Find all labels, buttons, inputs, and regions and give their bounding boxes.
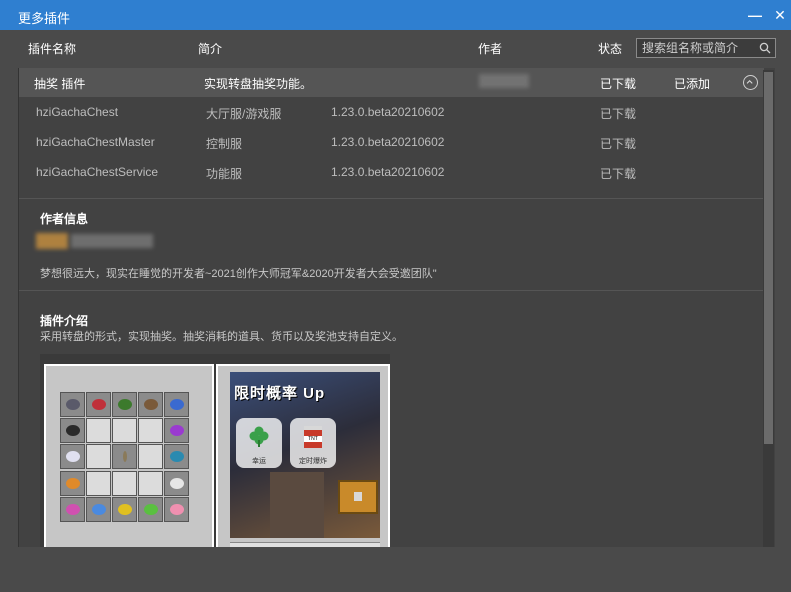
- column-status: 状态: [598, 42, 623, 56]
- item-slot: [86, 470, 111, 496]
- item-slot: [112, 392, 137, 417]
- card-label: 定时爆炸: [299, 458, 327, 465]
- item-slot: [112, 444, 137, 470]
- item-slot: [112, 496, 137, 522]
- item-slot: [164, 496, 189, 522]
- chest-icon: [338, 480, 378, 514]
- item-slot: [112, 418, 137, 444]
- column-author: 作者: [478, 42, 503, 56]
- item-slot: [60, 392, 85, 417]
- minimize-button[interactable]: —: [745, 5, 765, 25]
- column-name: 插件名称: [28, 42, 77, 56]
- divider: [19, 198, 764, 199]
- search-icon[interactable]: [759, 42, 771, 54]
- subitem-name: hziGachaChestService: [36, 165, 159, 179]
- item-slot: [164, 392, 189, 417]
- plugin-status: 已下载: [600, 77, 637, 91]
- author-name-blurred: [71, 234, 153, 248]
- subitem-version: 1.23.0.beta20210602: [331, 165, 445, 179]
- subitem-name: hziGachaChest: [36, 105, 119, 119]
- item-slot: [138, 496, 163, 522]
- intro-image: 限时概率 Up 幸运 TNT 定时爆炸: [40, 354, 390, 547]
- subitem-version: 1.23.0.beta20210602: [331, 135, 445, 149]
- item-slot: [138, 418, 163, 444]
- item-slot: [138, 444, 163, 470]
- item-slot: [112, 470, 137, 496]
- close-button[interactable]: ✕: [770, 5, 790, 25]
- item-grid: [60, 392, 190, 522]
- window-title: 更多插件: [18, 11, 71, 26]
- item-slot: [60, 496, 85, 522]
- item-slot: [164, 470, 189, 496]
- subitem-status: 已下载: [600, 107, 637, 121]
- subitem-status: 已下载: [600, 167, 637, 181]
- plugin-group-row[interactable]: 抽奖 插件 实现转盘抽奖功能。 已下载 已添加: [19, 68, 764, 97]
- search-box[interactable]: [636, 38, 776, 58]
- author-blurred: [479, 74, 529, 88]
- subitem-type: 控制服: [206, 137, 243, 151]
- plugin-added[interactable]: 已添加: [674, 75, 710, 92]
- subitem-version: 1.23.0.beta20210602: [331, 105, 445, 119]
- item-slot: [138, 470, 163, 496]
- subitem-type: 功能服: [206, 167, 243, 181]
- poster-title: 限时概率 Up: [234, 385, 326, 402]
- plugin-list-panel[interactable]: 抽奖 插件 实现转盘抽奖功能。 已下载 已添加 hziGachaChest 大厅…: [18, 68, 775, 547]
- scrollbar[interactable]: [763, 70, 774, 547]
- subitem-status: 已下载: [600, 137, 637, 151]
- divider: [19, 290, 764, 291]
- item-slot: [86, 392, 111, 417]
- item-slot: [138, 392, 163, 417]
- scrollbar-thumb[interactable]: [764, 72, 773, 444]
- list-item[interactable]: hziGachaChestMaster 控制服 1.23.0.beta20210…: [19, 127, 764, 157]
- collapse-button[interactable]: [743, 75, 758, 90]
- table-header: 插件名称 简介 作者 状态: [0, 30, 791, 68]
- item-slot: [86, 496, 111, 522]
- column-desc: 简介: [198, 42, 223, 56]
- chevron-up-icon: [746, 80, 753, 84]
- subitem-type: 大厅服/游戏服: [206, 107, 282, 121]
- intro-title: 插件介绍: [40, 314, 89, 328]
- gui-bottom-bar: [230, 542, 380, 547]
- card-label: 幸运: [252, 458, 266, 465]
- intro-text: 采用转盘的形式，实现抽奖。抽奖消耗的道具、货币以及奖池支持自定义。: [40, 331, 403, 343]
- inventory-gui: [44, 364, 214, 547]
- reward-card-clover: 幸运: [236, 418, 282, 468]
- author-bio: 梦想很远大，现实在睡觉的开发者~2021创作大师冠军&2020开发者大会受邀团队…: [40, 268, 437, 280]
- item-slot: [60, 418, 85, 444]
- promo-gui: 限时概率 Up 幸运 TNT 定时爆炸: [216, 364, 390, 547]
- subitem-name: hziGachaChestMaster: [36, 135, 155, 149]
- title-bar: 更多插件 — ✕: [0, 0, 791, 30]
- list-item[interactable]: hziGachaChestService 功能服 1.23.0.beta2021…: [19, 157, 764, 187]
- list-item[interactable]: hziGachaChest 大厅服/游戏服 1.23.0.beta2021060…: [19, 97, 764, 127]
- clover-icon: [249, 426, 269, 447]
- character-figure: [270, 472, 324, 538]
- reward-card-tnt: TNT 定时爆炸: [290, 418, 336, 468]
- promo-poster: 限时概率 Up 幸运 TNT 定时爆炸: [230, 372, 380, 538]
- item-slot: [86, 418, 111, 444]
- item-slot: [164, 418, 189, 444]
- search-input[interactable]: [642, 40, 754, 56]
- item-slot: [164, 444, 189, 470]
- tnt-icon: TNT: [304, 426, 322, 448]
- plugin-name: 抽奖 插件: [34, 77, 86, 91]
- author-avatar: [36, 233, 68, 249]
- author-info-title: 作者信息: [40, 212, 89, 226]
- plugin-desc: 实现转盘抽奖功能。: [204, 77, 313, 91]
- item-slot: [60, 470, 85, 496]
- item-slot: [86, 444, 111, 470]
- item-slot: [60, 444, 85, 470]
